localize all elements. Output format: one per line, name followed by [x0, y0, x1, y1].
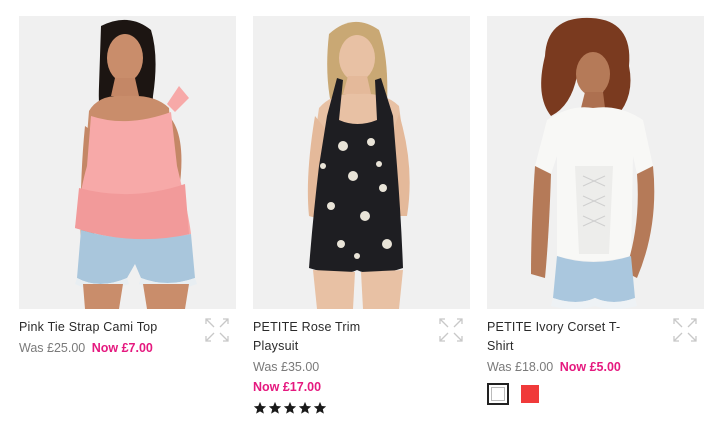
product-card[interactable]: PETITE Rose Trim Playsuit Was £35.00 Now…	[253, 16, 470, 415]
price: Was £18.00 Now £5.00	[487, 357, 704, 377]
expand-arrows-icon[interactable]	[205, 318, 229, 342]
price: Was £35.00 Now £17.00	[253, 357, 470, 397]
color-swatches	[487, 383, 704, 405]
color-swatch-red[interactable]	[521, 385, 539, 403]
product-title[interactable]: PETITE Ivory Corset T-Shirt	[487, 318, 627, 356]
was-price: Was £25.00	[19, 341, 86, 355]
product-image[interactable]	[487, 16, 704, 309]
star-icon	[253, 401, 267, 414]
star-icon	[313, 401, 327, 414]
product-image[interactable]	[253, 16, 470, 309]
product-title[interactable]: PETITE Rose Trim Playsuit	[253, 318, 393, 356]
sale-price: Now £7.00	[91, 341, 153, 355]
sale-price: Now £17.00	[253, 380, 322, 394]
expand-arrows-icon[interactable]	[439, 318, 463, 342]
star-icon	[283, 401, 297, 414]
product-image[interactable]	[19, 16, 236, 309]
was-price: Was £18.00	[487, 360, 554, 374]
product-title[interactable]: Pink Tie Strap Cami Top	[19, 318, 159, 337]
was-price: Was £35.00	[253, 360, 320, 374]
expand-arrows-icon[interactable]	[673, 318, 697, 342]
rating-stars	[253, 401, 470, 415]
star-icon	[298, 401, 312, 414]
color-swatch-ivory[interactable]	[487, 383, 509, 405]
price: Was £25.00 Now £7.00	[19, 338, 236, 358]
product-card[interactable]: PETITE Ivory Corset T-Shirt Was £18.00 N…	[487, 16, 704, 405]
product-card[interactable]: Pink Tie Strap Cami Top Was £25.00 Now £…	[19, 16, 236, 358]
star-icon	[268, 401, 282, 414]
sale-price: Now £5.00	[559, 360, 621, 374]
